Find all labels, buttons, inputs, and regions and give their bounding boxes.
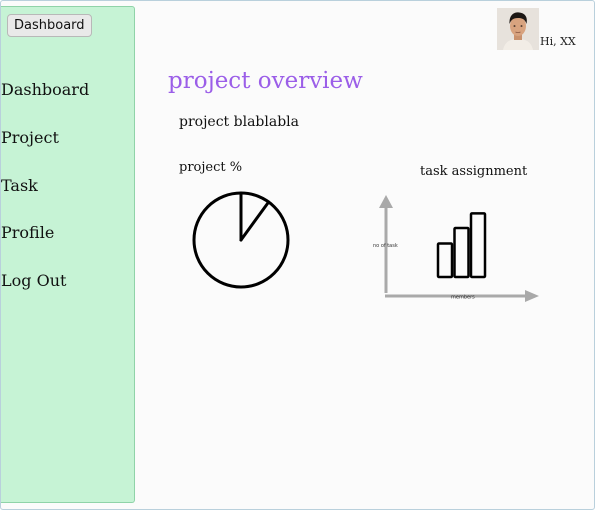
x-axis-arrowhead bbox=[525, 290, 539, 302]
project-name: project blablabla bbox=[179, 114, 299, 130]
bar-1 bbox=[436, 242, 454, 279]
sidebar-item-dashboard[interactable]: Dashboard bbox=[1, 80, 89, 99]
avatar[interactable] bbox=[497, 8, 539, 50]
task-assignment-label: task assignment bbox=[420, 164, 528, 179]
bar-series bbox=[436, 212, 487, 279]
sidebar-item-task[interactable]: Task bbox=[1, 176, 38, 195]
y-axis-arrowhead bbox=[379, 195, 393, 208]
sidebar-item-project[interactable]: Project bbox=[1, 128, 59, 147]
sidebar: Dashboard Dashboard Project Task Profile… bbox=[1, 6, 135, 503]
x-axis-label: members bbox=[451, 295, 475, 301]
pie-slice-2-boundary bbox=[239, 200, 271, 242]
dashboard-button[interactable]: Dashboard bbox=[7, 14, 92, 37]
y-axis-label: no of task bbox=[373, 243, 398, 249]
user-greeting: Hi, XX bbox=[540, 35, 576, 48]
sidebar-item-profile[interactable]: Profile bbox=[1, 223, 54, 242]
project-progress-label: project % bbox=[179, 160, 243, 175]
task-assignment-bar-chart: no of task members bbox=[373, 195, 539, 302]
sidebar-item-logout[interactable]: Log Out bbox=[1, 271, 66, 290]
project-progress-pie-chart bbox=[192, 191, 290, 289]
bar-3 bbox=[469, 212, 487, 279]
bar-2 bbox=[453, 226, 470, 279]
app-window: Dashboard Dashboard Project Task Profile… bbox=[0, 0, 595, 510]
page-title: project overview bbox=[168, 68, 363, 94]
